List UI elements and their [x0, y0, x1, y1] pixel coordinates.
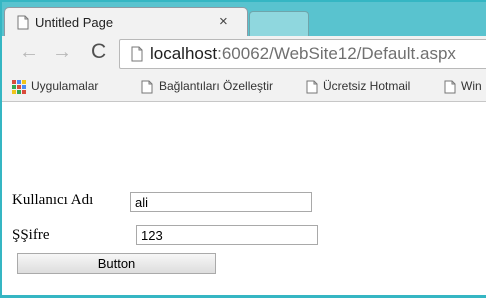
back-arrow-icon[interactable]: ←: [19, 42, 39, 62]
forward-arrow-icon[interactable]: →: [52, 42, 72, 62]
address-url[interactable]: localhost:60062/WebSite12/Default.aspx: [150, 44, 456, 64]
bookmark-apps[interactable]: Uygulamalar: [31, 79, 98, 93]
page-icon: [131, 46, 143, 62]
tab-untitled-page[interactable]: Untitled Page ×: [4, 7, 248, 36]
tab-title: Untitled Page: [35, 15, 114, 30]
password-label: ŞŞifre: [12, 227, 50, 243]
bookmark-windows[interactable]: Win: [461, 79, 482, 93]
new-tab-button[interactable]: [249, 11, 309, 36]
page-icon: [444, 80, 456, 94]
address-bar[interactable]: localhost:60062/WebSite12/Default.aspx: [119, 39, 486, 69]
page-icon: [306, 80, 318, 94]
bookmarks-bar: Uygulamalar Bağlantıları Özelleştir Ücre…: [2, 72, 486, 102]
submit-button[interactable]: Button: [17, 253, 216, 274]
bookmark-free-hotmail[interactable]: Ücretsiz Hotmail: [323, 79, 410, 93]
reload-icon[interactable]: C: [91, 41, 106, 62]
password-field[interactable]: [136, 225, 318, 245]
address-path: :60062/WebSite12/Default.aspx: [217, 44, 456, 63]
bookmark-customize-links[interactable]: Bağlantıları Özelleştir: [159, 79, 273, 93]
address-host: localhost: [150, 44, 218, 63]
browser-window: Untitled Page × ← → C localhost:60062/We…: [0, 0, 486, 298]
page-icon: [141, 80, 153, 94]
page-icon: [17, 15, 29, 30]
tab-strip: Untitled Page ×: [2, 2, 486, 36]
username-label: Kullanıcı Adı: [12, 192, 94, 208]
page-content: Kullanıcı Adı ŞŞifre Button: [2, 103, 486, 295]
apps-grid-icon[interactable]: [12, 80, 26, 94]
username-field[interactable]: [130, 192, 312, 212]
close-icon[interactable]: ×: [219, 14, 228, 30]
